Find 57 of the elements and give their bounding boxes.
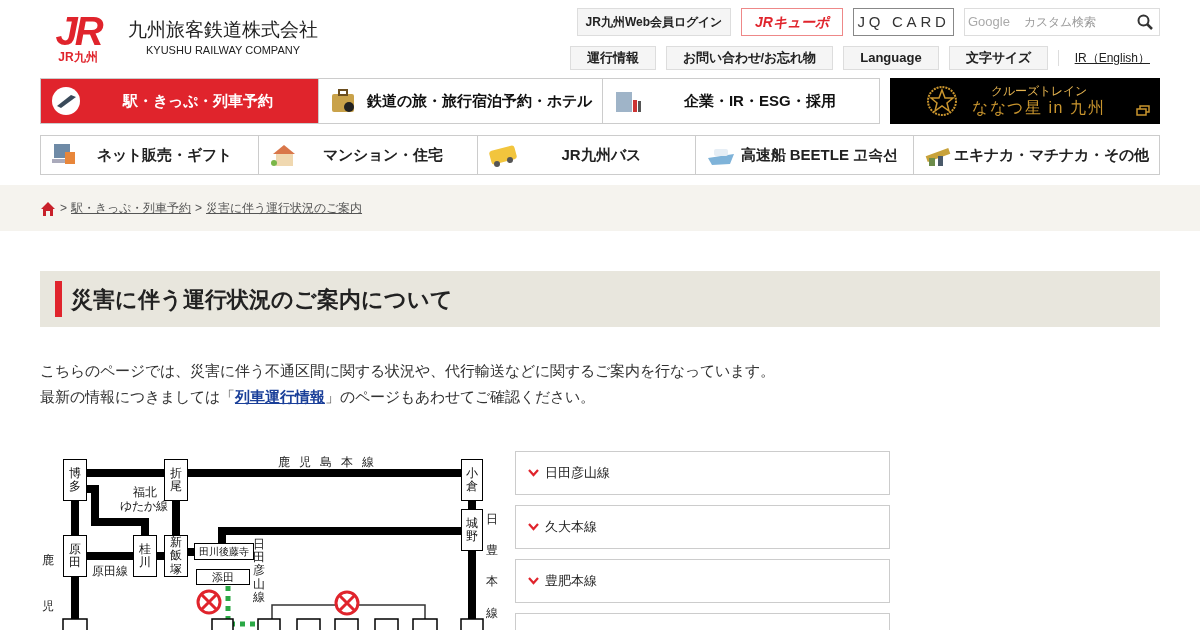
- external-window-icon: [1136, 105, 1150, 116]
- logo-mark[interactable]: JR: [55, 12, 101, 50]
- station-label: 新飯塚: [164, 535, 188, 577]
- ir-english-link[interactable]: IR（English）: [1074, 49, 1150, 67]
- line-label: 福北: [133, 486, 157, 500]
- points-button[interactable]: JRキューポ: [741, 8, 843, 36]
- station-label: 原田: [63, 535, 87, 577]
- utility-button[interactable]: 文字サイズ: [948, 46, 1048, 70]
- breadcrumb-link[interactable]: 災害に伴う運行状況のご案内: [206, 199, 363, 217]
- station-label: 城野: [461, 509, 483, 551]
- card-button[interactable]: JQ CARD: [853, 8, 954, 36]
- banner-title: ななつ星 in 九州: [972, 98, 1106, 118]
- station-label: 田川後藤寺: [194, 543, 254, 560]
- main-nav-tab[interactable]: 駅・きっぷ・列車予約: [41, 79, 319, 123]
- line-label: 鹿児: [42, 552, 54, 615]
- chevron-icon: [528, 577, 539, 585]
- home-icon[interactable]: [40, 200, 56, 216]
- member-login-button[interactable]: JR九州Web会員ログイン: [576, 8, 731, 36]
- page-heading: 災害に伴う運行状況のご案内について: [71, 285, 453, 314]
- cruise-train-banner[interactable]: クルーズトレイン ななつ星 in 九州: [890, 78, 1160, 124]
- accordion-item[interactable]: 豊肥本線: [515, 559, 890, 603]
- operation-info-link[interactable]: 列車運行情報: [235, 384, 325, 410]
- chevron-icon: [528, 469, 539, 477]
- station-label: 折尾: [164, 459, 188, 501]
- banner-caption: クルーズトレイン: [990, 84, 1087, 98]
- breadcrumb-separator: >: [60, 200, 67, 217]
- search-icon[interactable]: [1137, 14, 1153, 30]
- station-label: 添田: [196, 569, 250, 585]
- station-label: 小倉: [461, 459, 483, 501]
- chevron-icon: [528, 523, 539, 531]
- accordion-item[interactable]: 日田彦山線: [515, 451, 890, 495]
- search-brand: Google: [968, 13, 1010, 32]
- station-label: 桂川: [133, 535, 157, 577]
- logo-subtitle: JR九州: [58, 50, 98, 64]
- star-emblem-icon: [926, 85, 958, 117]
- breadcrumb-link[interactable]: 駅・きっぷ・列車予約: [71, 199, 191, 217]
- closed-section-icon: [196, 589, 222, 615]
- utility-button[interactable]: Language: [843, 46, 939, 70]
- line-label: 鹿児島本線: [278, 454, 383, 471]
- closed-section-icon: [334, 590, 360, 616]
- train-icon: [51, 86, 81, 116]
- station-label: 博多: [63, 459, 87, 501]
- company-name-english: KYUSHU RAILWAY COMPANY: [146, 43, 300, 58]
- accordion-item[interactable]: 久大本線: [515, 505, 890, 549]
- line-label: 日豊本線: [486, 511, 498, 622]
- line-label: 原田線: [92, 563, 128, 580]
- line-label: ゆたか線: [120, 500, 168, 514]
- intro-text: 」のページもあわせてご確認ください。: [325, 387, 595, 407]
- utility-button[interactable]: 運行情報: [569, 46, 656, 70]
- company-name: 九州旅客鉄道株式会社: [128, 18, 318, 42]
- intro-text: こちらのページでは、災害に伴う不通区間に関する状況や、代行輸送などに関するご案内を行なっています。: [40, 361, 776, 381]
- intro-text: 最新の情報につきましては「: [40, 387, 235, 407]
- breadcrumb-separator: >: [195, 200, 203, 217]
- heading-accent-bar: [55, 281, 62, 317]
- line-label: 日田彦山線: [253, 538, 265, 604]
- search-input[interactable]: カスタム検索: [1023, 13, 1137, 31]
- utility-button[interactable]: お問い合わせ/お忘れ物: [665, 46, 834, 70]
